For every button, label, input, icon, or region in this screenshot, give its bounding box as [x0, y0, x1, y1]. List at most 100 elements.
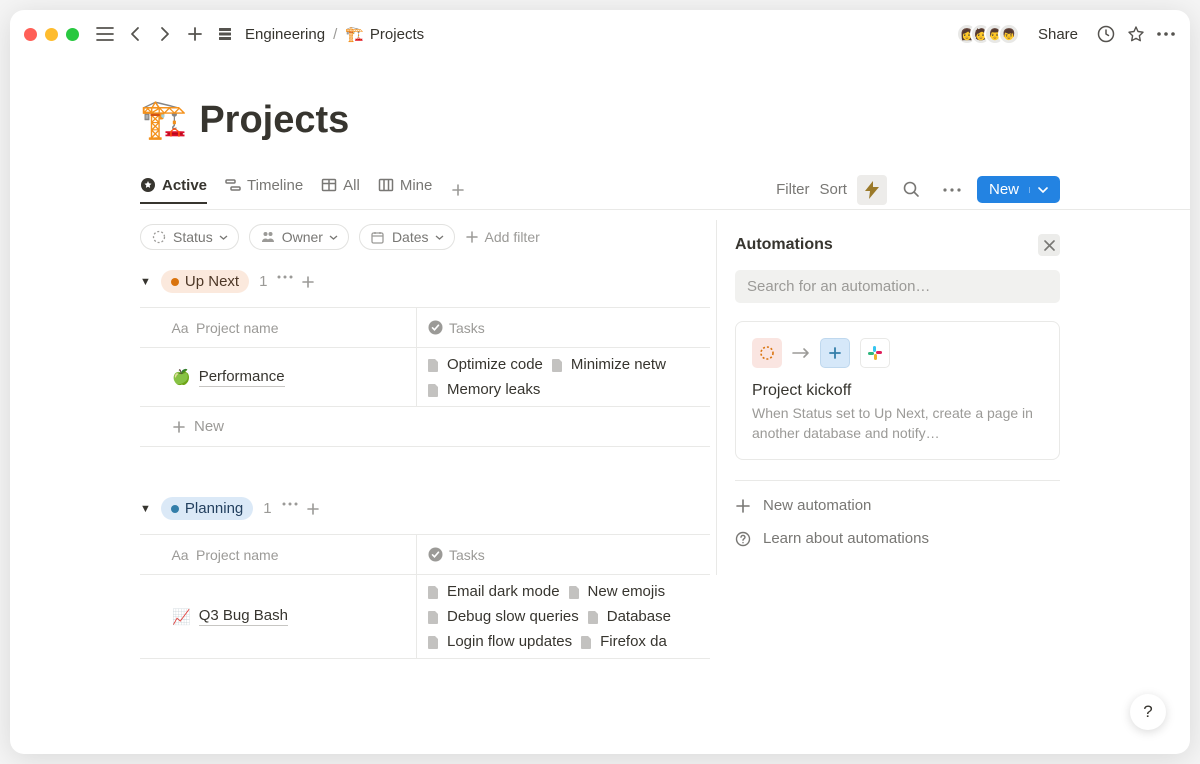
nav-forward-icon[interactable]	[155, 24, 175, 44]
clock-icon[interactable]	[1096, 24, 1116, 44]
column-tasks[interactable]: Tasks	[449, 320, 485, 336]
page-icon	[427, 383, 441, 397]
tab-label: Timeline	[247, 177, 303, 194]
breadcrumb[interactable]: Engineering / 🏗️ Projects	[245, 25, 424, 43]
search-placeholder: Search for an automation…	[747, 278, 930, 295]
task-chip[interactable]: Debug slow queries	[427, 608, 579, 625]
close-window-button[interactable]	[24, 28, 37, 41]
avatar[interactable]: 👦	[998, 23, 1020, 45]
window-controls	[24, 28, 79, 41]
status-icon	[151, 229, 167, 245]
minimize-window-button[interactable]	[45, 28, 58, 41]
collaborator-avatars[interactable]: 👩 🧑 👨 👦	[956, 23, 1020, 45]
filter-label: Dates	[392, 229, 429, 245]
automations-icon[interactable]	[857, 175, 887, 205]
more-icon[interactable]	[1156, 24, 1176, 44]
close-icon[interactable]	[1038, 234, 1060, 256]
nav-back-icon[interactable]	[125, 24, 145, 44]
help-label: ?	[1143, 702, 1152, 722]
group-more-icon[interactable]	[277, 275, 293, 289]
search-icon[interactable]	[897, 175, 927, 205]
status-tag-up-next[interactable]: Up Next	[161, 270, 249, 293]
table-row[interactable]: 📈 Q3 Bug Bash Email dark mode New emojis…	[140, 575, 710, 659]
column-name[interactable]: Project name	[196, 320, 278, 336]
help-button[interactable]: ?	[1130, 694, 1166, 730]
maximize-window-button[interactable]	[66, 28, 79, 41]
status-dot-icon	[171, 505, 179, 513]
group-header-up-next: ▼ Up Next 1	[140, 270, 710, 293]
filter-pill-dates[interactable]: Dates	[359, 224, 455, 250]
group-more-icon[interactable]	[282, 502, 298, 516]
breadcrumb-icon: 🏗️	[345, 25, 364, 43]
collapse-toggle-icon[interactable]: ▼	[140, 276, 151, 288]
status-tag-planning[interactable]: Planning	[161, 497, 253, 520]
group-add-icon[interactable]	[306, 502, 320, 516]
learn-automations-link[interactable]: Learn about automations	[717, 522, 1060, 555]
filter-label: Owner	[282, 229, 323, 245]
new-row-button[interactable]: New	[140, 407, 710, 447]
collapse-toggle-icon[interactable]: ▼	[140, 503, 151, 515]
add-filter-button[interactable]: Add filter	[465, 229, 540, 245]
add-view-icon[interactable]	[450, 182, 466, 198]
new-automation-button[interactable]: New automation	[717, 489, 1060, 522]
tab-active[interactable]: Active	[140, 177, 207, 204]
task-chip[interactable]: Database	[587, 608, 671, 625]
status-trigger-icon	[752, 338, 782, 368]
page-icon	[427, 585, 441, 599]
automation-card-desc: When Status set to Up Next, create a pag…	[752, 404, 1043, 443]
tab-timeline[interactable]: Timeline	[225, 177, 303, 204]
task-chip[interactable]: Memory leaks	[427, 381, 540, 398]
learn-automations-label: Learn about automations	[763, 530, 929, 547]
titlebar: Engineering / 🏗️ Projects 👩 🧑 👨 👦 Share	[10, 10, 1190, 58]
group-add-icon[interactable]	[301, 275, 315, 289]
more-options-icon[interactable]	[937, 175, 967, 205]
new-page-icon[interactable]	[185, 24, 205, 44]
task-chip[interactable]: Email dark mode	[427, 583, 560, 600]
column-name[interactable]: Project name	[196, 547, 278, 563]
layers-icon[interactable]	[215, 24, 235, 44]
text-column-icon: Aa	[172, 320, 188, 336]
tab-label: All	[343, 177, 360, 194]
page-icon	[568, 585, 582, 599]
table-row[interactable]: 🍏 Performance Optimize code Minimize net…	[140, 348, 710, 407]
breadcrumb-separator: /	[333, 26, 337, 43]
new-button[interactable]: New	[977, 176, 1060, 203]
page-icon[interactable]: 🏗️	[140, 98, 187, 142]
tab-label: Active	[162, 177, 207, 194]
star-icon[interactable]	[1126, 24, 1146, 44]
sort-button[interactable]: Sort	[819, 181, 847, 198]
automations-panel: Automations Search for an automation…	[716, 220, 1060, 575]
breadcrumb-parent[interactable]: Engineering	[245, 26, 325, 43]
task-chip[interactable]: Minimize netw	[551, 356, 666, 373]
page-title[interactable]: Projects	[199, 99, 349, 142]
add-filter-label: Add filter	[485, 229, 540, 245]
chevron-down-icon[interactable]	[1029, 187, 1056, 193]
project-name[interactable]: Performance	[199, 368, 285, 387]
project-emoji: 🍏	[172, 368, 191, 386]
filter-button[interactable]: Filter	[776, 181, 809, 198]
board-icon	[378, 177, 394, 193]
group-count: 1	[259, 273, 267, 290]
automation-card[interactable]: Project kickoff When Status set to Up Ne…	[735, 321, 1060, 460]
breadcrumb-current[interactable]: Projects	[370, 26, 424, 43]
task-chip[interactable]: Login flow updates	[427, 633, 572, 650]
share-button[interactable]: Share	[1038, 26, 1078, 43]
task-chip[interactable]: Firefox da	[580, 633, 667, 650]
filter-pill-status[interactable]: Status	[140, 224, 239, 250]
tasks-cell[interactable]: Email dark mode New emojis Debug slow qu…	[416, 575, 710, 658]
timeline-icon	[225, 177, 241, 193]
table-icon	[321, 177, 337, 193]
column-tasks[interactable]: Tasks	[449, 547, 485, 563]
filter-pill-owner[interactable]: Owner	[249, 224, 349, 250]
automation-card-title: Project kickoff	[752, 382, 1043, 400]
task-chip[interactable]: Optimize code	[427, 356, 543, 373]
automation-search-input[interactable]: Search for an automation…	[735, 270, 1060, 303]
tasks-cell[interactable]: Optimize code Minimize netw Memory leaks	[416, 348, 710, 406]
page-icon	[580, 635, 594, 649]
automations-title: Automations	[735, 236, 833, 254]
project-name[interactable]: Q3 Bug Bash	[199, 607, 288, 626]
tab-all[interactable]: All	[321, 177, 360, 204]
hamburger-menu-icon[interactable]	[95, 24, 115, 44]
task-chip[interactable]: New emojis	[568, 583, 666, 600]
tab-mine[interactable]: Mine	[378, 177, 433, 204]
